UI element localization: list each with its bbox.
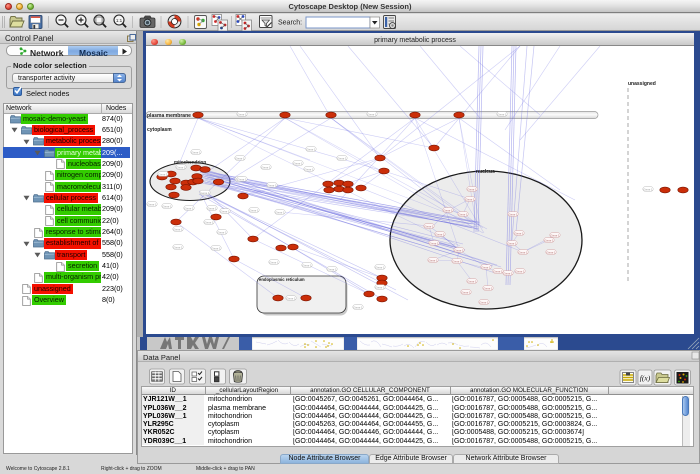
svg-text:f(x): f(x) [640,374,651,383]
